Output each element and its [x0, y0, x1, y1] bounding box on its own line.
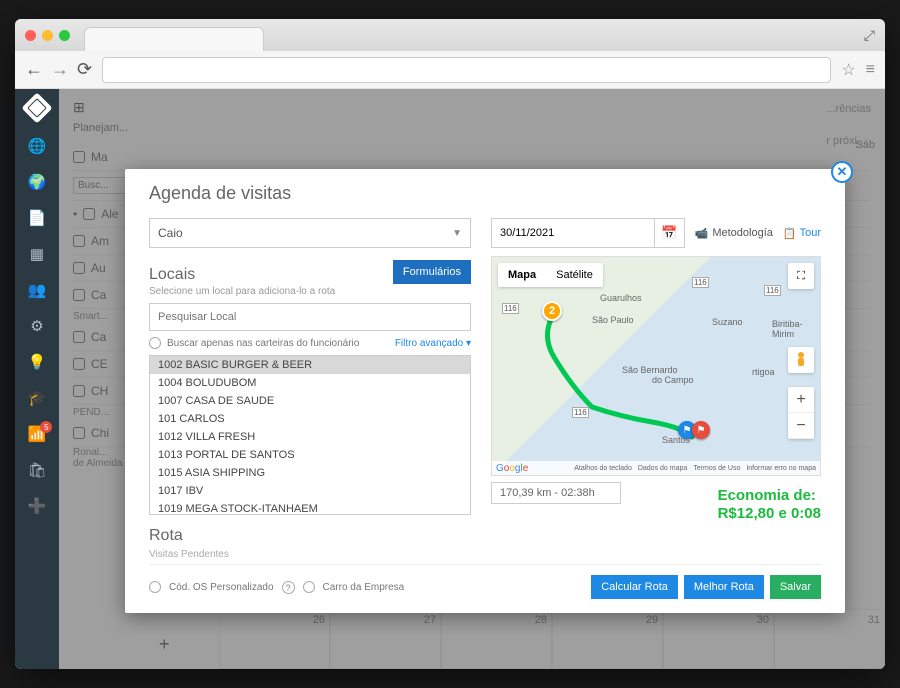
browser-toolbar: ← → ⟳ ☆ ≡ [15, 51, 885, 89]
advanced-filter-link[interactable]: Filtro avançado ▾ [395, 338, 471, 349]
map-tab-map[interactable]: Mapa [498, 263, 546, 287]
methodology-link[interactable]: 📹 Metodología [695, 227, 773, 240]
company-car-radio[interactable] [303, 581, 315, 593]
browser-tab[interactable] [84, 27, 264, 51]
expand-icon[interactable]: ⤢ [864, 27, 875, 44]
list-item[interactable]: 1002 BASIC BURGER & BEER [150, 356, 470, 374]
app-sidebar: 🌐 🌍 📄 ▦ 👥 ⚙ 💡 🎓 📶5 🛍 ➕ [15, 89, 59, 669]
window-minimize[interactable] [42, 30, 53, 41]
employee-only-label: Buscar apenas nas carteiras do funcionár… [167, 338, 359, 349]
route-line [532, 307, 732, 467]
sidebar-icon-gear[interactable]: ⚙ [30, 317, 43, 335]
fullscreen-icon[interactable]: ⛶ [788, 263, 814, 289]
url-bar[interactable] [102, 57, 831, 83]
date-picker[interactable]: 📅 [491, 218, 685, 248]
sidebar-icon-bag[interactable]: 🛍 [27, 461, 46, 479]
nav-forward-icon: → [51, 59, 69, 80]
economy-callout: Economia de: R$12,80 e 0:08 [718, 487, 821, 523]
search-local-input[interactable] [149, 303, 471, 331]
sidebar-icon-users[interactable]: 👥 [28, 281, 47, 299]
locais-hint: Selecione um local para adiciona-lo a ro… [149, 286, 471, 297]
help-icon[interactable]: ? [282, 581, 295, 594]
save-button[interactable]: Salvar [770, 575, 821, 599]
sidebar-icon-grid[interactable]: ▦ [30, 245, 44, 263]
calendar-icon[interactable]: 📅 [654, 219, 684, 247]
sidebar-icon-doc[interactable]: 📄 [28, 209, 47, 227]
list-item[interactable]: 1012 VILLA FRESH [150, 428, 470, 446]
nav-reload-icon[interactable]: ⟳ [77, 59, 92, 80]
zoom-in-icon[interactable]: + [788, 387, 814, 413]
forms-button[interactable]: Formulários [393, 260, 471, 284]
tour-link[interactable]: 📋 Tour [783, 227, 821, 240]
custom-os-label: Cód. OS Personalizado [169, 582, 274, 593]
best-route-button[interactable]: Melhor Rota [684, 575, 764, 599]
sidebar-icon-world[interactable]: 🌍 [28, 173, 47, 191]
locals-listbox[interactable]: 1002 BASIC BURGER & BEER 1004 BOLUDUBOM … [149, 355, 471, 515]
sidebar-icon-rss[interactable]: 📶5 [28, 425, 47, 443]
chevron-down-icon: ▼ [452, 228, 462, 239]
sidebar-icon-grad[interactable]: 🎓 [28, 389, 47, 407]
close-icon[interactable]: ✕ [831, 161, 853, 183]
window-close[interactable] [25, 30, 36, 41]
rota-sub: Visitas Pendentes [149, 549, 471, 560]
sidebar-icon-plus[interactable]: ➕ [28, 497, 47, 515]
notification-badge: 5 [40, 421, 52, 433]
list-item[interactable]: 1004 BOLUDUBOM [150, 374, 470, 392]
map-canvas[interactable]: Mapa Satélite ⛶ + − [491, 256, 821, 476]
employee-only-radio[interactable] [149, 337, 161, 349]
locais-heading: Locais [149, 266, 195, 284]
list-item[interactable]: 101 CARLOS [150, 410, 470, 428]
google-logo: Google [496, 463, 528, 474]
visit-agenda-modal: ✕ Agenda de visitas Caio▼ Locais Formulá… [125, 169, 845, 613]
list-item[interactable]: 1015 ASIA SHIPPING [150, 464, 470, 482]
sidebar-icon-globe[interactable]: 🌐 [28, 137, 47, 155]
custom-os-radio[interactable] [149, 581, 161, 593]
list-item[interactable]: 1017 IBV [150, 482, 470, 500]
bookmark-icon[interactable]: ☆ [841, 60, 855, 80]
distance-summary: 170,39 km - 02:38h [491, 482, 621, 504]
company-car-label: Carro da Empresa [323, 582, 405, 593]
modal-title: Agenda de visitas [149, 183, 821, 204]
user-select[interactable]: Caio▼ [149, 218, 471, 248]
map-attribution: Google Atalhos do teclado Dados do mapa … [492, 461, 820, 475]
sidebar-icon-bulb[interactable]: 💡 [28, 353, 47, 371]
list-item[interactable]: 1013 PORTAL DE SANTOS [150, 446, 470, 464]
zoom-out-icon[interactable]: − [788, 413, 814, 439]
app-logo[interactable] [21, 92, 52, 123]
calculate-route-button[interactable]: Calcular Rota [591, 575, 678, 599]
rota-heading: Rota [149, 527, 471, 545]
map-marker-stop[interactable]: 2 [542, 301, 562, 321]
streetview-icon[interactable] [788, 347, 814, 373]
map-tab-satellite[interactable]: Satélite [546, 263, 603, 287]
map-marker-end[interactable]: ⚑ [692, 421, 710, 439]
list-item[interactable]: 1007 CASA DE SAUDE [150, 392, 470, 410]
browser-menu-icon[interactable]: ≡ [866, 61, 875, 79]
list-item[interactable]: 1019 MEGA STOCK-ITANHAEM [150, 500, 470, 515]
window-maximize[interactable] [59, 30, 70, 41]
nav-back-icon[interactable]: ← [25, 59, 43, 80]
browser-titlebar: ⤢ [15, 19, 885, 51]
date-input[interactable] [492, 227, 654, 239]
